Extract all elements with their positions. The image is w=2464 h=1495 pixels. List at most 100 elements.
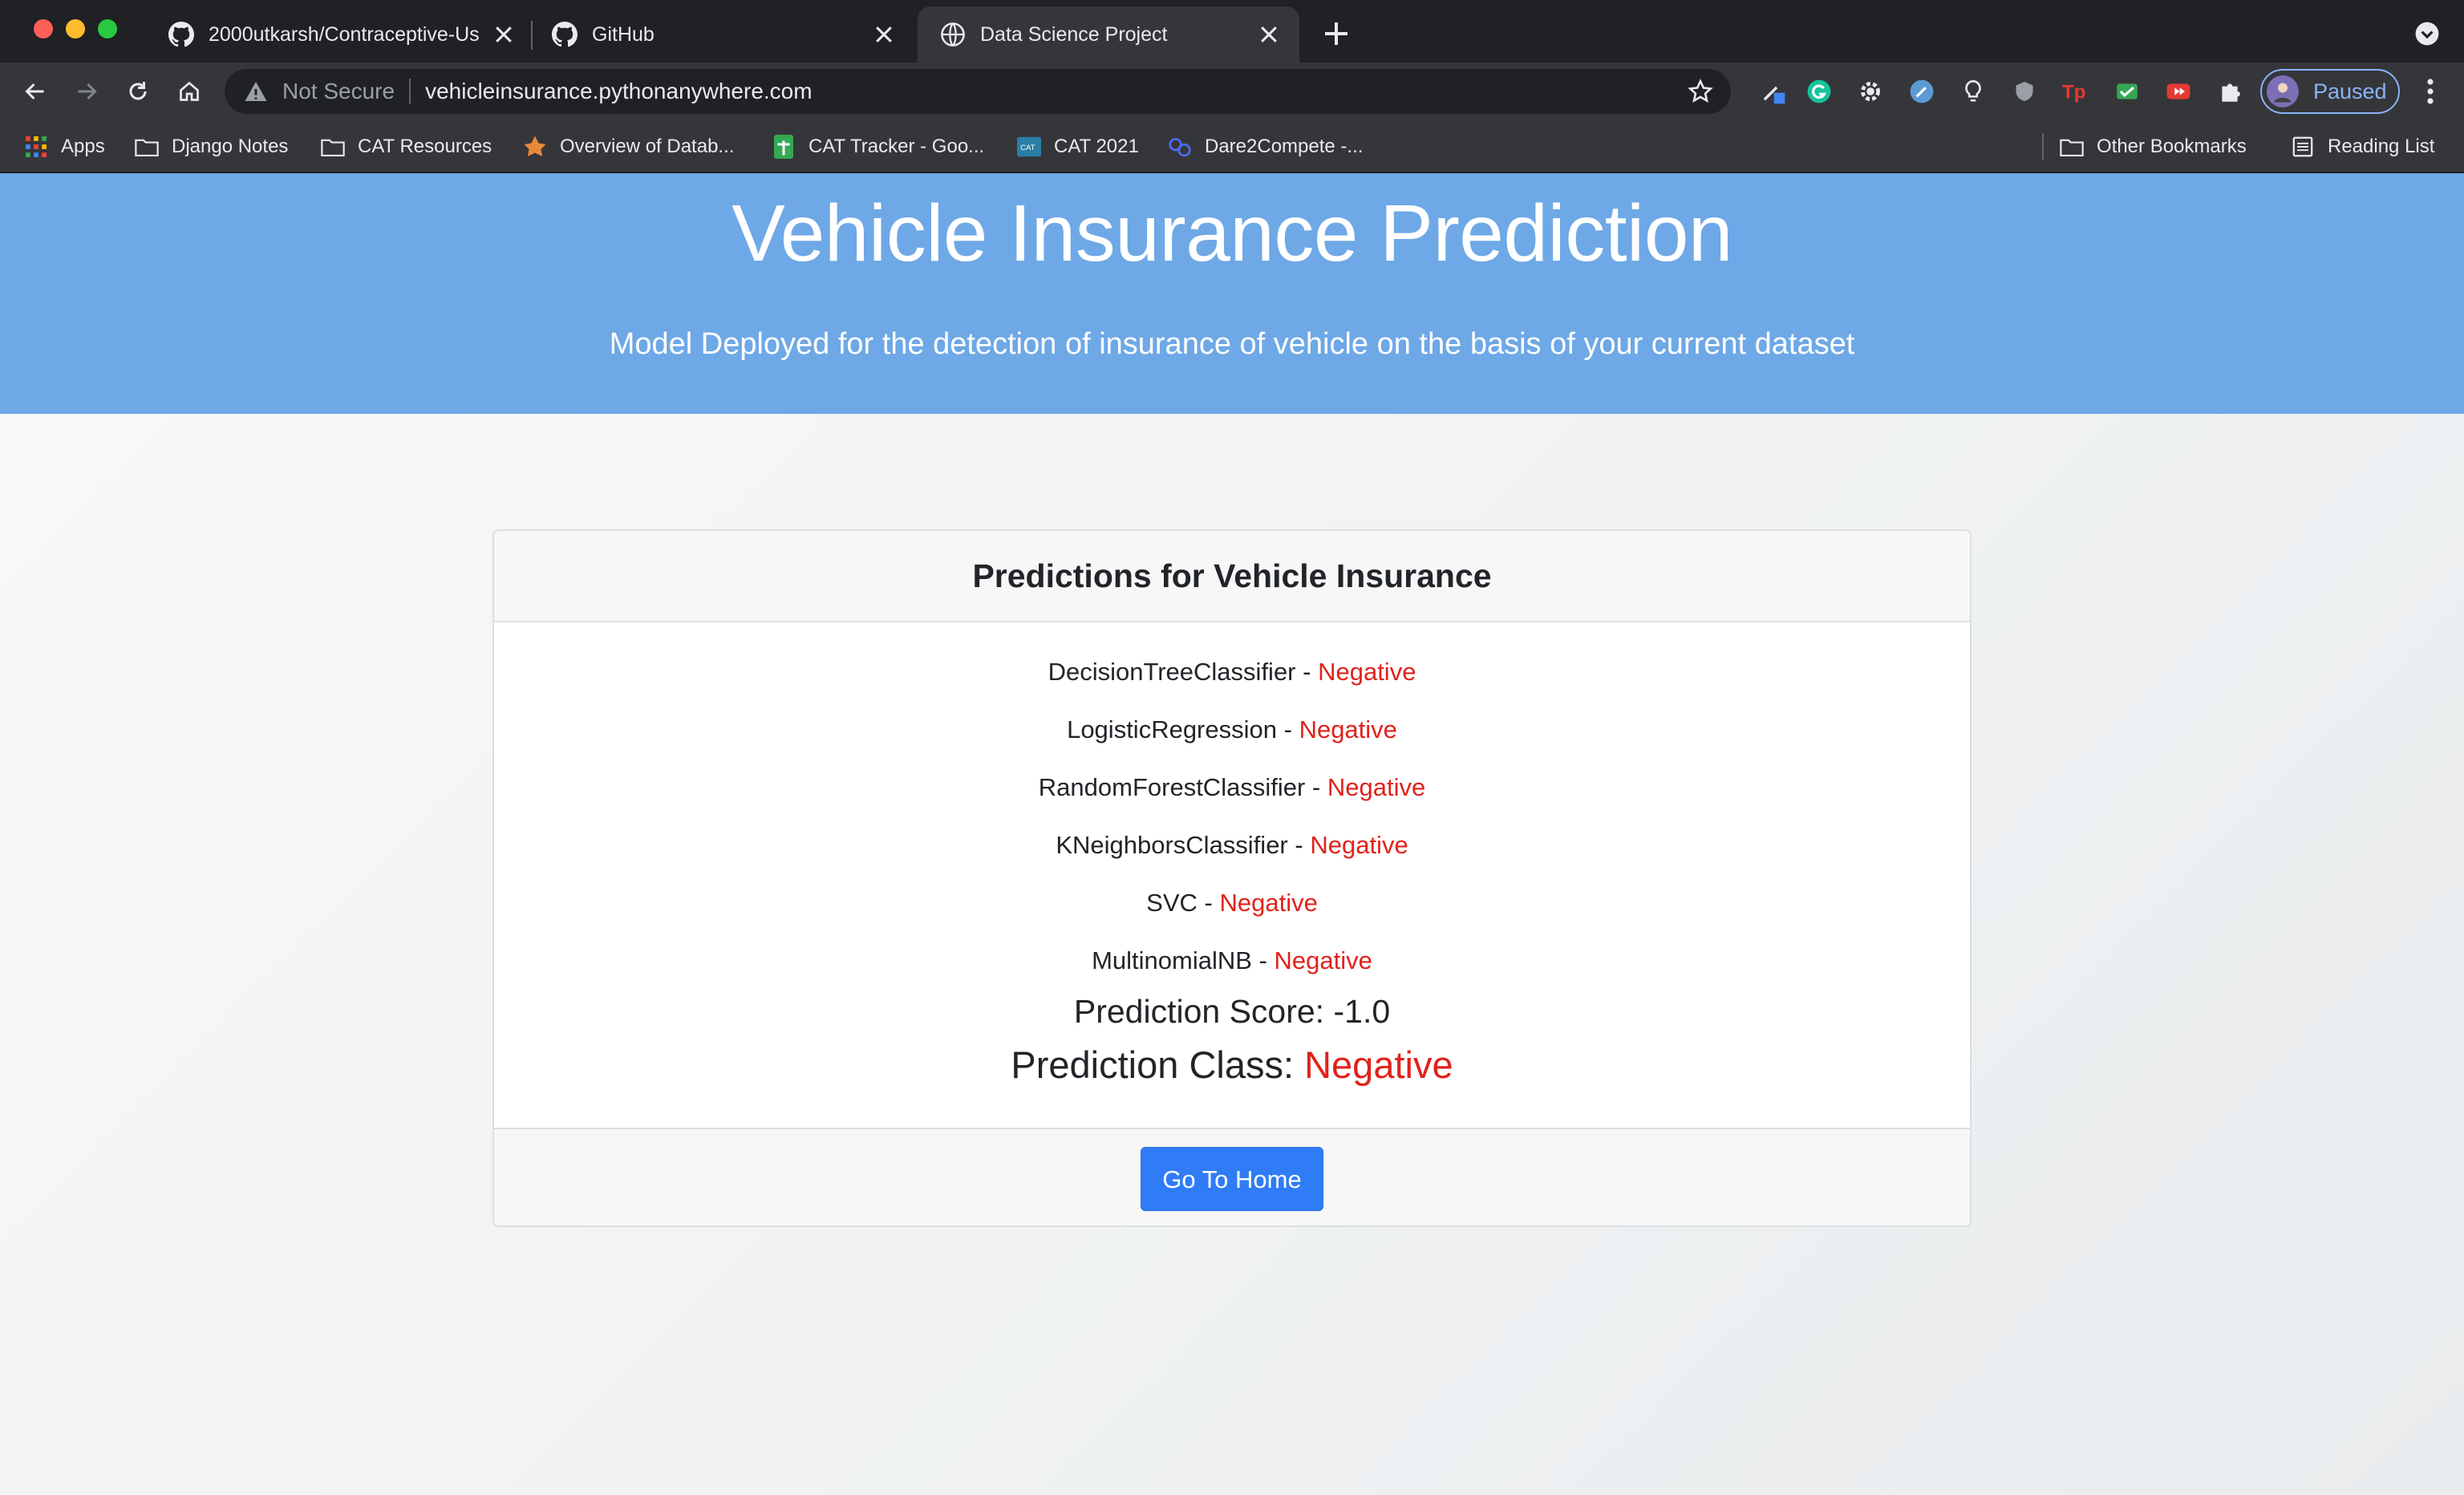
svg-text:Tp: Tp bbox=[2062, 82, 2085, 103]
close-tab-icon[interactable] bbox=[868, 18, 900, 51]
video-speed-extension-icon[interactable] bbox=[2164, 77, 2193, 106]
model-result: Negative bbox=[1318, 658, 1416, 686]
tab-data-science-project[interactable]: Data Science Project bbox=[918, 6, 1299, 63]
prediction-row-multinomial-nb: MultinomialNB - Negative bbox=[494, 946, 1970, 975]
close-tab-icon[interactable] bbox=[488, 18, 520, 51]
model-name: DecisionTreeClassifier bbox=[1048, 658, 1296, 686]
model-result: Negative bbox=[1299, 715, 1397, 743]
globe-icon bbox=[941, 22, 965, 47]
prediction-score: Prediction Score: -1.0 bbox=[494, 993, 1970, 1031]
bookmark-django-notes[interactable]: Django Notes bbox=[135, 120, 288, 173]
lightbulb-icon[interactable] bbox=[1959, 77, 1988, 106]
mail-check-extension-icon[interactable] bbox=[2113, 77, 2142, 106]
apps-grid-icon bbox=[24, 135, 48, 159]
class-label: Prediction Class: bbox=[1011, 1043, 1295, 1086]
reading-list-icon bbox=[2291, 135, 2315, 159]
class-value: Negative bbox=[1304, 1043, 1453, 1086]
grammarly-icon[interactable] bbox=[1805, 77, 1834, 106]
tab-title: 2000utkarsh/Contraceptive-Us bbox=[209, 22, 480, 46]
bookmark-label: Overview of Datab... bbox=[560, 136, 735, 157]
bookmark-reading-list[interactable]: Reading List bbox=[2291, 120, 2434, 173]
warning-triangle-icon bbox=[245, 82, 267, 101]
bookmark-label: Other Bookmarks bbox=[2097, 136, 2247, 157]
bookmark-overview-of-datab[interactable]: Overview of Datab... bbox=[523, 120, 734, 173]
bookmark-label: Reading List bbox=[2328, 136, 2435, 157]
separator: - bbox=[1305, 773, 1327, 801]
shield-icon[interactable] bbox=[2010, 77, 2039, 106]
score-value: -1.0 bbox=[1333, 993, 1391, 1030]
prediction-row-random-forest: RandomForestClassifier - Negative bbox=[494, 773, 1970, 802]
reload-icon bbox=[129, 82, 147, 100]
url-text[interactable]: vehicleinsurance.pythonanywhere.com bbox=[425, 79, 813, 104]
bookmark-other-bookmarks[interactable]: Other Bookmarks bbox=[2060, 120, 2247, 173]
close-window-button[interactable] bbox=[34, 19, 53, 38]
bookmark-dare2compete[interactable]: Dare2Compete -... bbox=[1168, 120, 1363, 173]
kebab-menu-icon[interactable] bbox=[2421, 77, 2440, 106]
github-icon bbox=[168, 22, 194, 47]
prediction-row-kneighbors: KNeighborsClassifier - Negative bbox=[494, 831, 1970, 860]
separator: - bbox=[1251, 946, 1275, 974]
separator: - bbox=[1287, 831, 1311, 859]
bookmarks-divider bbox=[2042, 133, 2044, 160]
model-result: Negative bbox=[1327, 773, 1426, 801]
separator: - bbox=[1295, 658, 1319, 686]
model-result: Negative bbox=[1310, 831, 1408, 859]
new-tab-plus-icon[interactable] bbox=[1320, 18, 1352, 50]
gear-extension-icon[interactable] bbox=[1856, 77, 1885, 106]
site-icon bbox=[1168, 135, 1192, 159]
github-icon bbox=[552, 22, 578, 47]
bookmark-apps[interactable]: Apps bbox=[24, 120, 105, 173]
card-body: DecisionTreeClassifier - Negative Logist… bbox=[494, 622, 1970, 1128]
prediction-class: Prediction Class: Negative bbox=[494, 1043, 1970, 1087]
card-title: Predictions for Vehicle Insurance bbox=[972, 557, 1492, 594]
tab-github[interactable]: GitHub bbox=[529, 6, 914, 63]
bookmark-label: Dare2Compete -... bbox=[1205, 136, 1364, 157]
profile-button[interactable]: Paused bbox=[2260, 69, 2400, 114]
reload-button[interactable] bbox=[120, 74, 156, 109]
hero-banner: Vehicle Insurance Prediction Model Deplo… bbox=[0, 173, 2464, 414]
back-button[interactable] bbox=[18, 74, 53, 109]
model-name: LogisticRegression bbox=[1067, 715, 1277, 743]
model-name: SVC bbox=[1146, 889, 1198, 917]
bookmark-label: Django Notes bbox=[172, 136, 289, 157]
model-name: KNeighborsClassifier bbox=[1056, 831, 1288, 859]
forward-button[interactable] bbox=[69, 74, 104, 109]
prediction-row-decision-tree: DecisionTreeClassifier - Negative bbox=[494, 658, 1970, 687]
home-icon bbox=[180, 81, 199, 101]
omnibox-divider bbox=[409, 79, 411, 104]
zoom-window-button[interactable] bbox=[98, 19, 117, 38]
bookmark-cat-2021[interactable]: CAT CAT 2021 bbox=[1017, 120, 1139, 173]
separator: - bbox=[1197, 889, 1220, 917]
bookmark-cat-resources[interactable]: CAT Resources bbox=[321, 120, 492, 173]
tp-extension-icon[interactable]: Tp bbox=[2061, 77, 2090, 106]
bookmark-label: Apps bbox=[61, 136, 105, 157]
bookmark-star-icon[interactable] bbox=[1688, 79, 1713, 104]
tab-title: GitHub bbox=[592, 22, 654, 46]
tab-title: Data Science Project bbox=[980, 22, 1168, 46]
bookmark-label: CAT Tracker - Goo... bbox=[808, 136, 985, 157]
bookmark-cat-tracker[interactable]: CAT Tracker - Goo... bbox=[772, 120, 984, 173]
prediction-row-logistic-regression: LogisticRegression - Negative bbox=[494, 715, 1970, 744]
pen-extension-icon[interactable] bbox=[1907, 77, 1936, 106]
go-to-home-button[interactable]: Go To Home bbox=[1141, 1147, 1323, 1211]
forward-arrow-icon bbox=[78, 83, 97, 100]
score-label: Prediction Score: bbox=[1073, 993, 1325, 1030]
minimize-window-button[interactable] bbox=[66, 19, 85, 38]
prediction-row-svc: SVC - Negative bbox=[494, 889, 1970, 918]
address-bar[interactable]: Not Secure vehicleinsurance.pythonanywhe… bbox=[225, 69, 1731, 114]
folder-icon bbox=[321, 135, 345, 159]
home-button[interactable] bbox=[172, 74, 207, 109]
tab-contraceptive[interactable]: 2000utkarsh/Contraceptive-Us bbox=[146, 6, 534, 63]
tab-search-chevron-icon[interactable] bbox=[2414, 21, 2440, 47]
color-picker-extension-icon[interactable] bbox=[1758, 77, 1787, 106]
bookmarks-bar: Apps Django Notes CAT Resources Overview… bbox=[0, 120, 2464, 173]
separator: - bbox=[1277, 715, 1299, 743]
puzzle-extensions-icon[interactable] bbox=[2215, 77, 2244, 106]
close-tab-icon[interactable] bbox=[1253, 18, 1285, 51]
card-footer: Go To Home bbox=[494, 1128, 1970, 1226]
security-status-label[interactable]: Not Secure bbox=[282, 79, 395, 104]
site-icon bbox=[523, 135, 547, 159]
web-page: Vehicle Insurance Prediction Model Deplo… bbox=[0, 173, 2464, 1495]
model-name: RandomForestClassifier bbox=[1038, 773, 1306, 801]
bookmark-label: CAT Resources bbox=[358, 136, 492, 157]
